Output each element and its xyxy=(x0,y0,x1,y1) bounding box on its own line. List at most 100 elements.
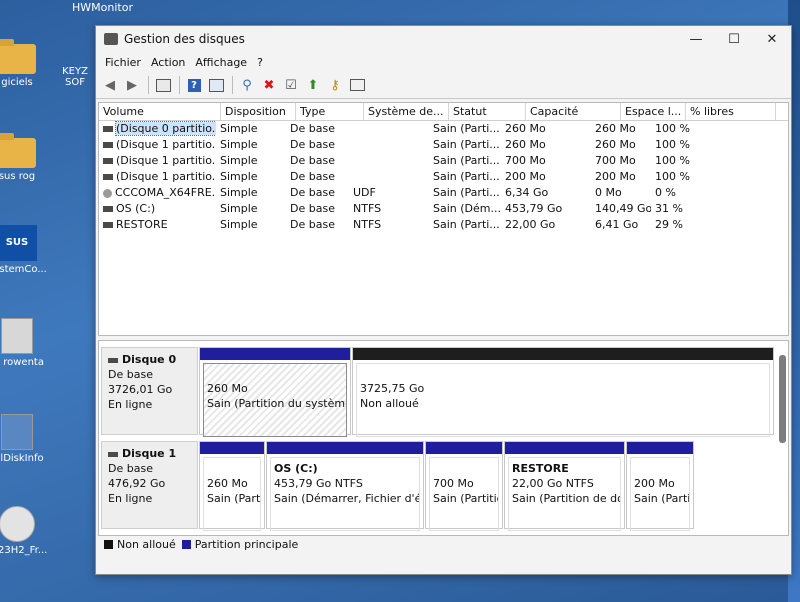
help-icon[interactable]: ? xyxy=(184,76,204,94)
disk-1-partition-os[interactable]: OS (C:) 453,79 Go NTFS Sain (Démarrer, F… xyxy=(266,441,424,531)
title-bar[interactable]: Gestion des disques — ☐ ✕ xyxy=(96,26,791,52)
disk-1-partition-1[interactable]: 260 Mo Sain (Partit xyxy=(199,441,265,531)
disk-1-partition-restore[interactable]: RESTORE 22,00 Go NTFS Sain (Partition de… xyxy=(504,441,625,531)
check-icon[interactable]: ☑ xyxy=(281,76,301,94)
partition-body: OS (C:) 453,79 Go NTFS Sain (Démarrer, F… xyxy=(270,457,420,531)
cell-status: Sain (Parti... xyxy=(433,170,500,183)
disk-volume-icon xyxy=(103,206,113,212)
cell-filesystem: NTFS xyxy=(353,202,382,215)
menu-affichage[interactable]: Affichage xyxy=(190,56,252,69)
disk-1-partition-3[interactable]: 700 Mo Sain (Partition xyxy=(425,441,503,531)
volume-name: (Disque 1 partitio... xyxy=(116,154,216,167)
cell-capacity: 22,00 Go xyxy=(505,218,556,231)
cell-free-space: 140,49 Go xyxy=(595,202,651,215)
table-row[interactable]: (Disque 1 partitio... Simple De base Sai… xyxy=(99,153,788,169)
partition-body: 260 Mo Sain (Partit xyxy=(203,457,261,531)
legend: Non alloué Partition principale xyxy=(98,535,298,553)
column-header-filesystem[interactable]: Système de... xyxy=(364,103,449,120)
cell-capacity: 6,34 Go xyxy=(505,186,549,199)
cell-type: De base xyxy=(290,218,335,231)
partition-name xyxy=(433,461,495,476)
cell-free-space: 260 Mo xyxy=(595,138,636,151)
primary-partition-swatch xyxy=(181,539,191,549)
volume-list[interactable]: Volume Disposition Type Système de... St… xyxy=(98,102,789,336)
volume-name: (Disque 1 partitio... xyxy=(116,138,216,151)
disk-volume-icon xyxy=(103,126,113,132)
back-arrow-icon[interactable]: ◀ xyxy=(100,76,120,94)
cell-capacity: 260 Mo xyxy=(505,138,546,151)
desktop-icon-keyz[interactable]: KEYZ SOF xyxy=(50,66,100,88)
delete-icon[interactable]: ✖ xyxy=(259,76,279,94)
table-row[interactable]: RESTORE Simple De base NTFS Sain (Parti.… xyxy=(99,217,788,233)
close-button[interactable]: ✕ xyxy=(753,32,791,47)
cell-filesystem xyxy=(349,121,429,137)
table-row[interactable]: (Disque 1 partitio... Simple De base Sai… xyxy=(99,169,788,185)
search-icon[interactable]: ⚷ xyxy=(325,76,345,94)
minimize-button[interactable]: — xyxy=(677,32,715,47)
desktop-icon-asus-rog[interactable]: sus rog xyxy=(0,133,48,182)
maximize-button[interactable]: ☐ xyxy=(715,32,753,47)
asus-logo-icon: SUS xyxy=(0,225,37,261)
cell-free-space: 700 Mo xyxy=(595,154,636,167)
desktop-icon-logiciels[interactable]: giciels xyxy=(0,39,48,88)
column-header-percent-free[interactable]: % libres xyxy=(686,103,776,120)
volume-name: CCCOMA_X64FRE... xyxy=(115,186,216,199)
partition-size: 22,00 Go NTFS xyxy=(512,477,594,490)
volume-name: OS (C:) xyxy=(116,202,156,215)
partition-status: Sain (Partition de don xyxy=(512,492,621,505)
desktop-icon-rowenta[interactable]: re rowenta xyxy=(0,318,48,368)
partition-status: Sain (Partit xyxy=(207,492,261,505)
cell-percent-free: 100 % xyxy=(655,170,690,183)
desktop-icon-iso[interactable]: 1_23H2_Fr... xyxy=(0,506,48,556)
table-row[interactable]: CCCOMA_X64FRE... Simple De base UDF Sain… xyxy=(99,185,788,201)
legend-unallocated: Non alloué xyxy=(117,537,176,551)
menu-fichier[interactable]: Fichier xyxy=(100,56,146,69)
cell-percent-free: 0 % xyxy=(655,186,676,199)
menu-help[interactable]: ? xyxy=(252,56,268,69)
table-row[interactable]: (Disque 0 partitio... Simple De base Sai… xyxy=(99,121,788,137)
primary-partition-bar xyxy=(267,442,423,454)
column-header-type[interactable]: Type xyxy=(296,103,364,120)
toolbar-separator xyxy=(148,76,149,94)
cell-disposition: Simple xyxy=(220,170,258,183)
desktop-icon-crystaldiskinfo[interactable]: talDiskInfo xyxy=(0,414,48,464)
disk-graphical-view[interactable]: Disque 0 De base 3726,01 Go En ligne 260… xyxy=(98,340,789,536)
cell-capacity: 453,79 Go xyxy=(505,202,563,215)
column-header-free-space[interactable]: Espace l... xyxy=(621,103,686,120)
disk-name: Disque 0 xyxy=(122,353,177,366)
column-header-disposition[interactable]: Disposition xyxy=(221,103,296,120)
column-header-capacity[interactable]: Capacité xyxy=(526,103,621,120)
settings-icon[interactable] xyxy=(347,76,367,94)
crystaldiskinfo-icon xyxy=(1,414,33,450)
primary-partition-bar xyxy=(200,442,264,454)
list-icon[interactable] xyxy=(206,76,226,94)
table-row[interactable]: OS (C:) Simple De base NTFS Sain (Dém...… xyxy=(99,201,788,217)
volume-name: RESTORE xyxy=(116,218,168,231)
file-icon xyxy=(1,318,33,354)
table-row[interactable]: (Disque 1 partitio... Simple De base Sai… xyxy=(99,137,788,153)
disk-0-unallocated[interactable]: 3725,75 Go Non alloué xyxy=(352,347,774,437)
disk-0-partition-efi[interactable]: 260 Mo Sain (Partition du système EF xyxy=(199,347,351,437)
cell-percent-free: 100 % xyxy=(655,138,690,151)
column-header-volume[interactable]: Volume xyxy=(99,103,221,120)
vertical-scrollbar[interactable] xyxy=(779,355,786,443)
connect-icon[interactable]: ⚲ xyxy=(237,76,257,94)
disk-volume-icon xyxy=(103,158,113,164)
disk-1-partition-5[interactable]: 200 Mo Sain (Partit xyxy=(626,441,694,531)
properties-icon[interactable] xyxy=(153,76,173,94)
menu-action[interactable]: Action xyxy=(146,56,190,69)
cell-status: Sain (Parti... xyxy=(433,154,500,167)
cell-volume: (Disque 1 partitio... xyxy=(99,169,216,185)
disk-0-label[interactable]: Disque 0 De base 3726,01 Go En ligne xyxy=(101,347,198,435)
cell-type: De base xyxy=(290,154,335,167)
volume-list-header: Volume Disposition Type Système de... St… xyxy=(99,103,788,121)
partition-body: 3725,75 Go Non alloué xyxy=(356,363,770,437)
forward-arrow-icon[interactable]: ▶ xyxy=(122,76,142,94)
cell-type: De base xyxy=(290,138,335,151)
disk-volume-icon xyxy=(103,174,113,180)
column-header-status[interactable]: Statut xyxy=(449,103,526,120)
desktop-icon-asus-systemcontrol[interactable]: SUS SystemCo... xyxy=(0,225,48,275)
volume-name: (Disque 0 partitio... xyxy=(114,121,216,136)
disk-1-label[interactable]: Disque 1 De base 476,92 Go En ligne xyxy=(101,441,198,529)
export-icon[interactable]: ⬆ xyxy=(303,76,323,94)
